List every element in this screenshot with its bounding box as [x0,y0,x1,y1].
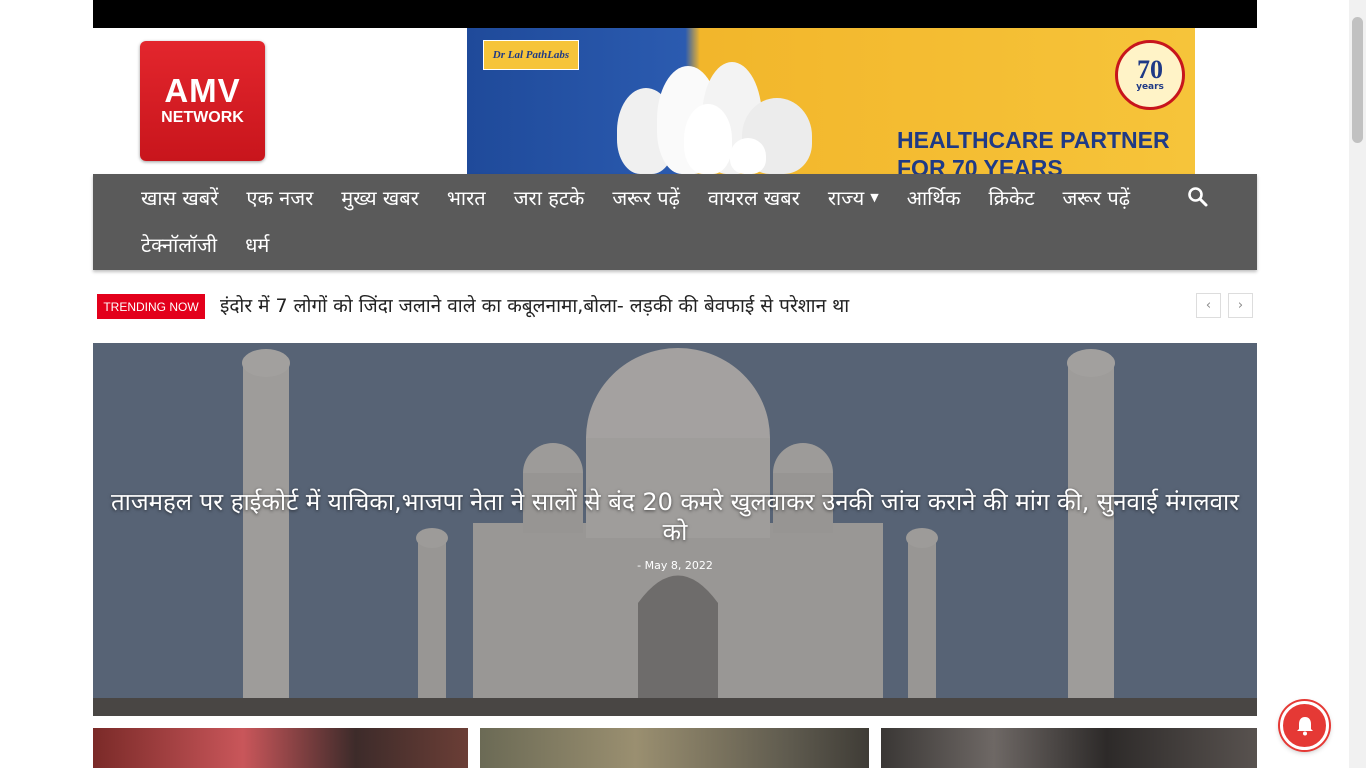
chevron-down-icon: ▼ [870,190,879,204]
trending-bar: TRENDING NOW इंदोर में 7 लोगों को जिंदा … [93,290,1257,324]
nav-item-ek-nazar[interactable]: एक नजर [232,184,327,211]
nav-item-rajya[interactable]: राज्य ▼ [814,184,893,211]
main-navigation: खास खबरें एक नजर मुख्य खबर भारत जरा हटके… [93,174,1257,270]
nav-item-zaroor-padhen[interactable]: जरूर पढ़ें [598,184,694,211]
hero-date: - May 8, 2022 [637,559,713,572]
page-scrollbar[interactable] [1349,0,1366,768]
article-card-3-thumbnail[interactable] [881,728,1257,768]
logo-text-main: AMV [164,72,241,109]
trending-headline[interactable]: इंदोर में 7 लोगों को जिंदा जलाने वाले का… [220,292,849,318]
advertisement-banner[interactable]: Dr Lal PathLabs HEALTHCARE PARTNER FOR 7… [467,28,1195,174]
nav-item-bharat[interactable]: भारत [433,184,500,211]
ad-tagline-line1: HEALTHCARE PARTNER [897,127,1170,153]
nav-item-technology[interactable]: टेक्नॉलॉजी [127,231,231,258]
hero-title[interactable]: ताजमहल पर हाईकोर्ट में याचिका,भाजपा नेता… [107,487,1243,547]
nav-item-mukhya-khabar[interactable]: मुख्य खबर [327,184,433,211]
nav-item-dharm[interactable]: धर्म [231,231,283,258]
ad-family-photo [612,48,822,174]
nav-item-zaroor-padhen-2[interactable]: जरूर पढ़ें [1048,184,1144,211]
nav-item-zara-hatke[interactable]: जरा हटके [500,184,599,211]
ad-tagline-line2: FOR 70 YEARS [897,155,1063,174]
logo-text-sub: NETWORK [161,109,244,126]
featured-article[interactable]: ताजमहल पर हाईकोर्ट में याचिका,भाजपा नेता… [93,343,1257,716]
search-icon[interactable] [1187,186,1209,208]
article-card-2-thumbnail[interactable] [480,728,869,768]
site-logo[interactable]: AMV NETWORK [140,41,265,161]
top-bar [93,0,1257,28]
article-card-1-thumbnail[interactable] [93,728,468,768]
nav-item-khas-khabren[interactable]: खास खबरें [127,184,232,211]
anniversary-badge: 70 years [1115,40,1185,110]
nav-item-viral-khabar[interactable]: वायरल खबर [694,184,814,211]
ad-brand-logo: Dr Lal PathLabs [483,40,579,70]
scrollbar-thumb[interactable] [1352,17,1363,143]
badge-label: years [1136,82,1164,92]
nav-row-1: खास खबरें एक नजर मुख्य खबर भारत जरा हटके… [127,174,1144,220]
ad-tagline: HEALTHCARE PARTNER FOR 70 YEARS [897,126,1170,174]
badge-number: 70 [1137,55,1163,84]
bell-icon [1296,716,1313,735]
trending-prev-button[interactable]: ‹ [1196,293,1221,318]
nav-item-cricket[interactable]: क्रिकेट [974,184,1048,211]
nav-row-2: टेक्नॉलॉजी धर्म [127,221,283,267]
trending-next-button[interactable]: › [1228,293,1253,318]
notification-bell-button[interactable] [1280,701,1329,750]
trending-label: TRENDING NOW [97,294,205,319]
nav-item-aarthik[interactable]: आर्थिक [893,184,975,211]
